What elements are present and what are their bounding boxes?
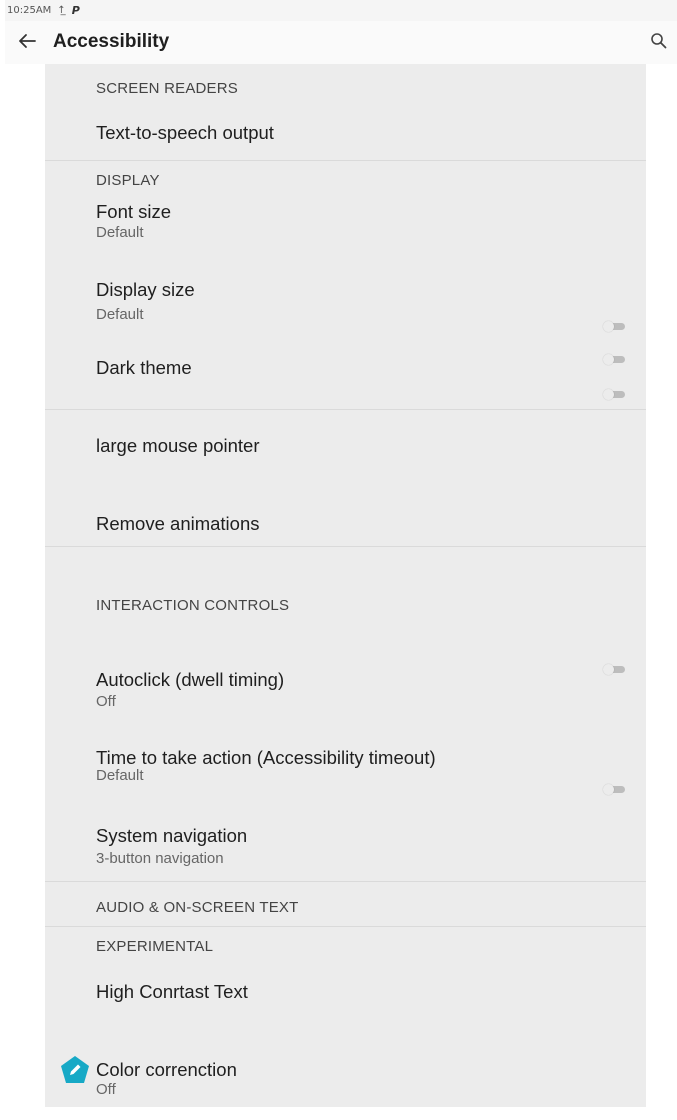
section-header-audio: AUDIO & ON-SCREEN TEXT: [96, 899, 299, 916]
toggle-thumb: [603, 389, 614, 400]
status-time: 10:25AM: [7, 5, 52, 16]
system-navigation-toggle[interactable]: [603, 784, 625, 795]
system-navigation-value: 3-button navigation: [96, 850, 224, 867]
font-size-item[interactable]: Font size: [96, 201, 171, 223]
display-size-item[interactable]: Display size: [96, 279, 195, 301]
accessibility-timeout-value: Default: [96, 767, 144, 784]
remove-animations-toggle[interactable]: [603, 389, 625, 400]
section-header-screen-readers: SCREEN READERS: [96, 80, 238, 97]
back-arrow-icon[interactable]: [15, 29, 39, 53]
large-mouse-pointer-item[interactable]: large mouse pointer: [96, 435, 260, 457]
high-contrast-text-item[interactable]: High Conrtast Text: [96, 981, 248, 1003]
font-size-value: Default: [96, 224, 144, 241]
timeout-toggle[interactable]: [603, 664, 625, 675]
section-header-display: DISPLAY: [96, 172, 160, 189]
display-size-value: Default: [96, 306, 144, 323]
page-title: Accessibility: [53, 31, 170, 52]
autoclick-value: Off: [96, 693, 116, 710]
text-to-speech-item[interactable]: Text-to-speech output: [96, 122, 274, 144]
dark-theme-toggle[interactable]: [603, 321, 625, 332]
section-header-experimental: EXPERIMENTAL: [96, 938, 214, 955]
system-navigation-item[interactable]: System navigation: [96, 825, 247, 847]
remove-animations-item[interactable]: Remove animations: [96, 513, 260, 535]
large-pointer-toggle[interactable]: [603, 354, 625, 365]
toggle-thumb: [603, 321, 614, 332]
accessibility-timeout-item[interactable]: Time to take action (Accessibility timeo…: [96, 747, 436, 769]
divider: [45, 926, 646, 927]
toggle-thumb: [603, 664, 614, 675]
search-icon[interactable]: [649, 31, 669, 51]
divider: [45, 160, 646, 161]
toggle-thumb: [603, 354, 614, 365]
settings-list: SCREEN READERS Text-to-speech output DIS…: [45, 64, 646, 1107]
color-correction-item[interactable]: Color correnction: [96, 1059, 237, 1081]
app-bar: Accessibility: [5, 21, 677, 64]
dark-theme-item[interactable]: Dark theme: [96, 357, 192, 379]
autoclick-item[interactable]: Autoclick (dwell timing): [96, 669, 284, 691]
divider: [45, 546, 646, 547]
upload-icon: ↑̲: [57, 5, 66, 16]
color-correction-value: Off: [96, 1081, 116, 1098]
section-header-interaction-controls: INTERACTION CONTROLS: [96, 597, 290, 614]
p-icon: P: [71, 4, 80, 17]
divider: [45, 409, 646, 410]
edit-pencil-icon[interactable]: [59, 1054, 91, 1086]
toggle-thumb: [603, 784, 614, 795]
status-bar: 10:25AM ↑̲ P: [5, 0, 677, 21]
divider: [45, 881, 646, 882]
